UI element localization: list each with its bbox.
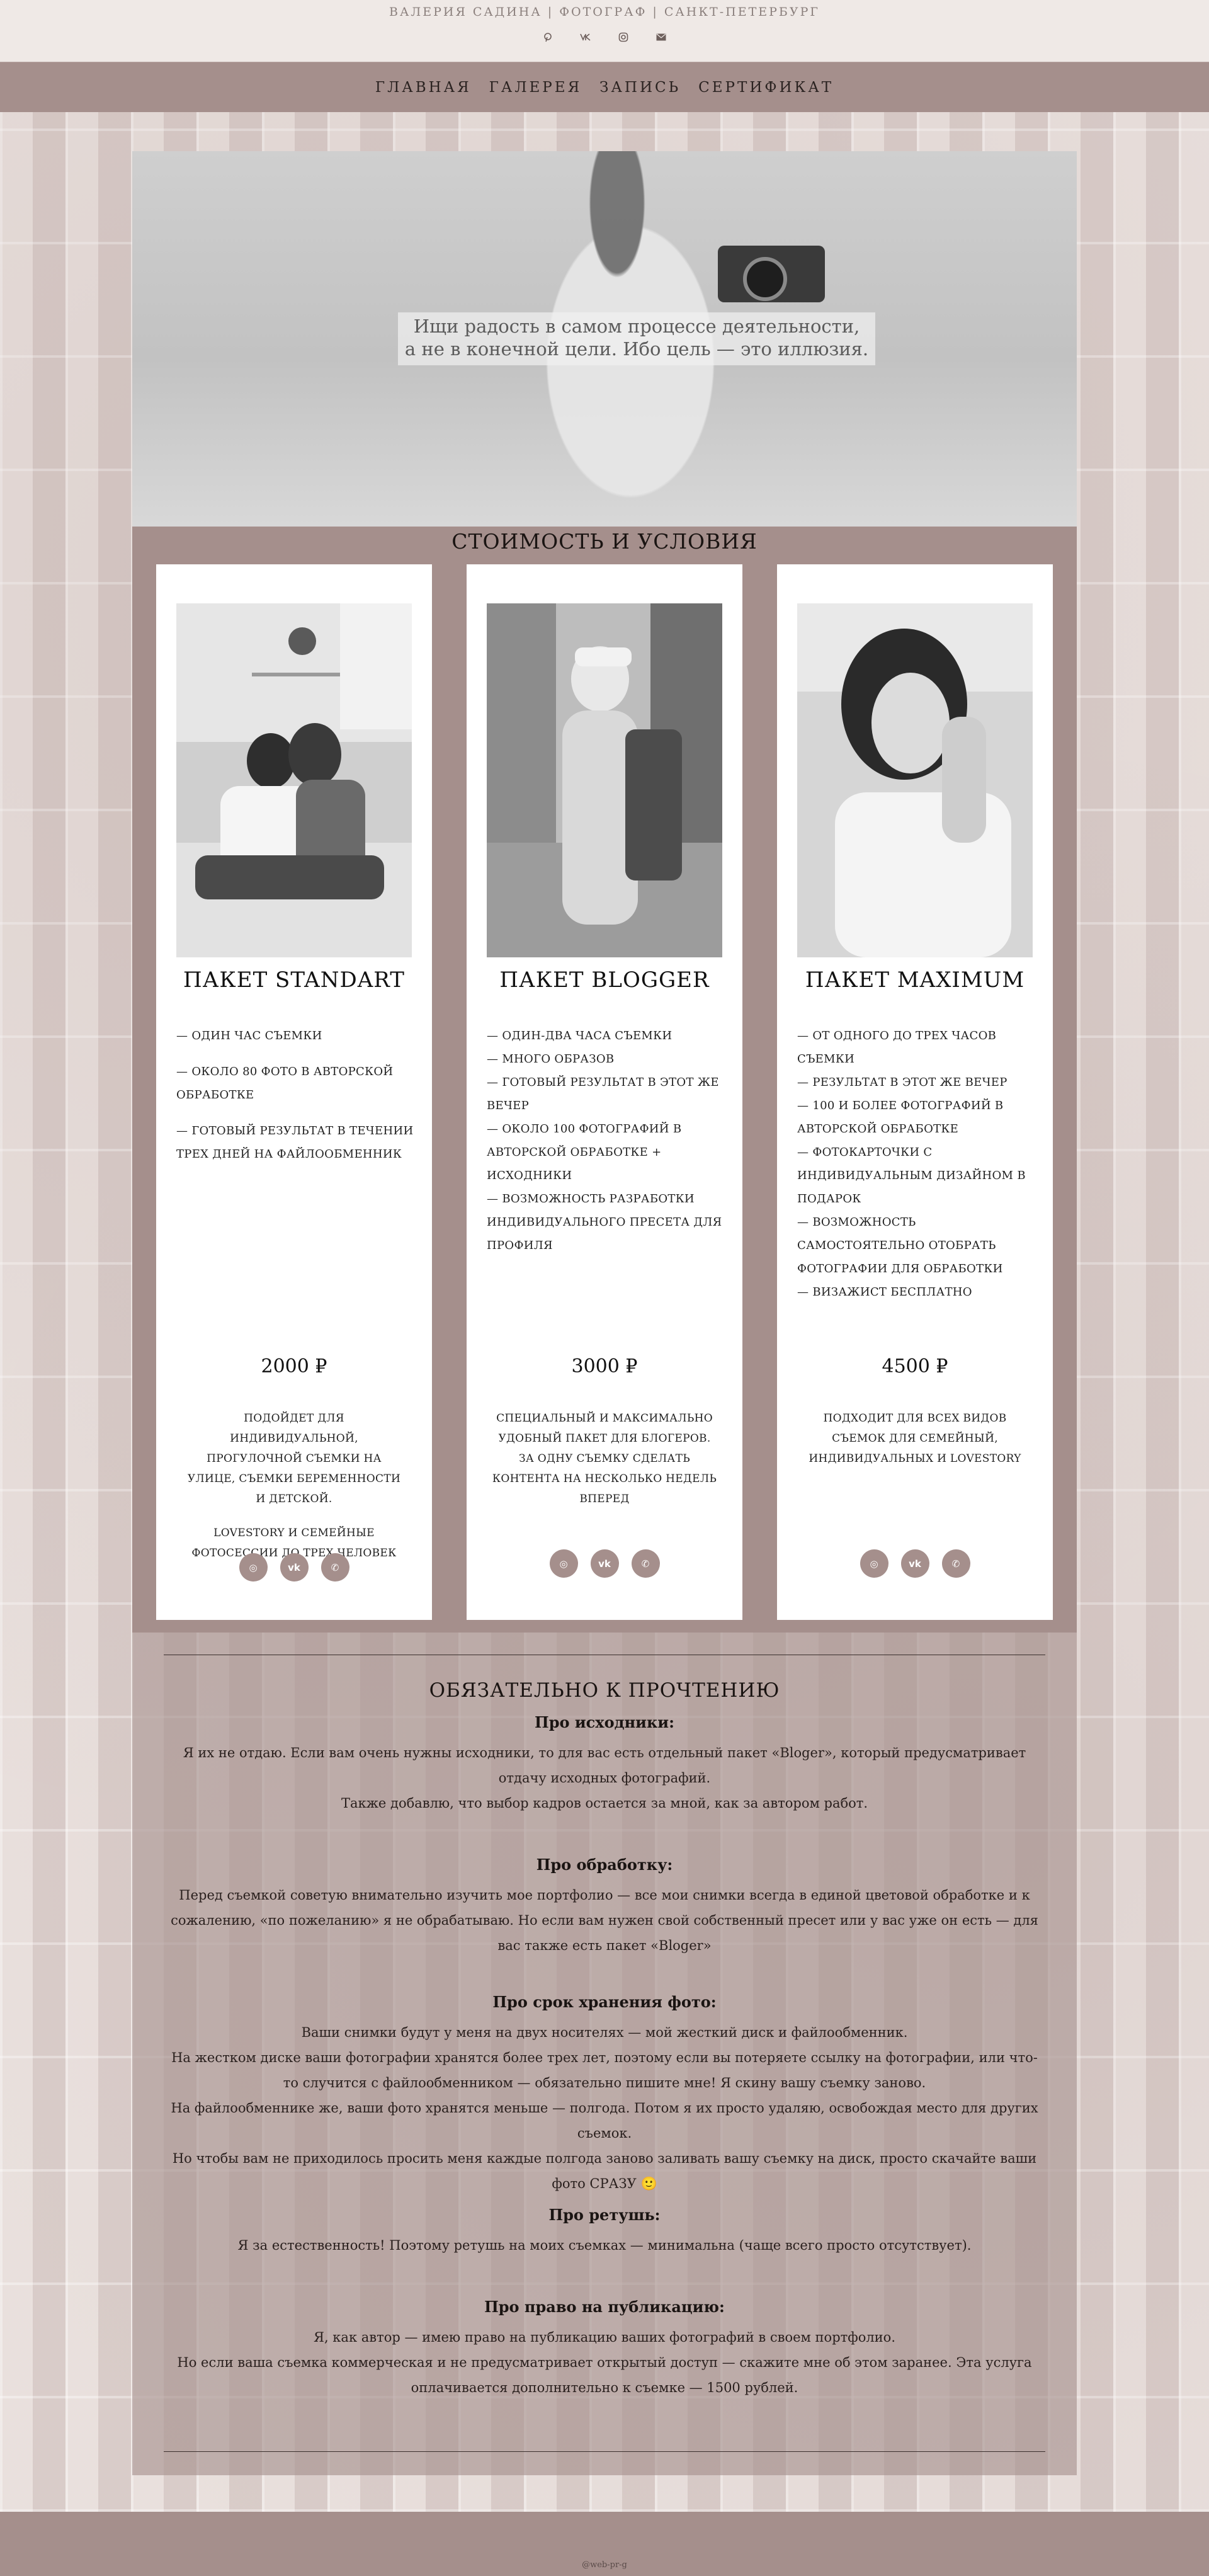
info-block-processing: Про обработку: Перед съемкой советую вни… (164, 1855, 1045, 1958)
divider (164, 2451, 1045, 2452)
card-features: — ОДИН-ДВА ЧАСА СЪЕМКИ — МНОГО ОБРАЗОВ —… (487, 1024, 726, 1257)
info-block-publication: Про право на публикацию: Я, как автор — … (164, 2298, 1045, 2400)
header-social-links (0, 30, 1209, 44)
main-nav: ГЛАВНАЯ ГАЛЕРЕЯ ЗАПИСЬ СЕРТИФИКАТ (0, 62, 1209, 112)
instagram-icon[interactable]: ◎ (549, 1549, 578, 1578)
info-heading: Про срок хранения фото: (492, 1993, 717, 2011)
nav-item-certificate[interactable]: СЕРТИФИКАТ (698, 79, 834, 96)
info-heading: Про обработку: (536, 1855, 673, 1874)
hero-quote-line1: Ищи радость в самом процессе деятельност… (413, 316, 860, 337)
card-desc-1: СПЕЦИАЛЬНЫЙ И МАКСИМАЛЬНО УДОБНЫЙ ПАКЕТ … (492, 1412, 717, 1505)
card-features: — ОТ ОДНОГО ДО ТРЕХ ЧАСОВ СЪЕМКИ — РЕЗУЛ… (797, 1024, 1036, 1304)
feature-item: — ОТ ОДНОГО ДО ТРЕХ ЧАСОВ СЪЕМКИ (797, 1029, 997, 1066)
card-desc-1: ПОДОЙДЕТ ДЛЯ ИНДИВИДУАЛЬНОЙ, ПРОГУЛОЧНОЙ… (187, 1412, 401, 1505)
whatsapp-icon[interactable]: ✆ (631, 1549, 660, 1578)
card-title: ПАКЕТ STANDART (183, 967, 405, 993)
card-description: ПОДХОДИТ ДЛЯ ВСЕХ ВИДОВ СЪЕМОК ДЛЯ СЕМЕЙ… (802, 1408, 1028, 1469)
mail-icon[interactable] (654, 30, 668, 44)
card-social-links: ◎ vk ✆ (777, 1549, 1053, 1578)
nav-item-gallery[interactable]: ГАЛЕРЕЯ (489, 79, 582, 96)
feature-item: — ГОТОВЫЙ РЕЗУЛЬТАТ В ЭТОТ ЖЕ ВЕЧЕР (487, 1076, 719, 1112)
pricing-card-blogger: ПАКЕТ BLOGGER — ОДИН-ДВА ЧАСА СЪЕМКИ — М… (467, 564, 742, 1620)
info-text: Ваши снимки будут у меня на двух носител… (301, 2025, 908, 2040)
hero-quote-line2: а не в конечной цели. Ибо цель — это илл… (404, 338, 869, 360)
whatsapp-icon[interactable]: ✆ (941, 1549, 970, 1578)
card-features: — ОДИН ЧАС СЪЕМКИ — ОКОЛО 80 ФОТО В АВТО… (176, 1024, 416, 1178)
feature-item: — ОДИН ЧАС СЪЕМКИ (176, 1029, 322, 1042)
vk-icon[interactable]: vk (900, 1549, 929, 1578)
feature-item: — ВОЗМОЖНОСТЬ РАЗРАБОТКИ ИНДИВИДУАЛЬНОГО… (487, 1192, 722, 1252)
feature-item: — ВИЗАЖИСТ БЕСПЛАТНО (797, 1285, 972, 1299)
pricing-card-maximum: ПАКЕТ MAXIMUM — ОТ ОДНОГО ДО ТРЕХ ЧАСОВ … (777, 564, 1053, 1620)
info-text: Я, как автор — имею право на публикацию … (314, 2330, 895, 2345)
site-title: ВАЛЕРИЯ САДИНА | ФОТОГРАФ | САНКТ-ПЕТЕРБ… (389, 5, 820, 19)
card-price: 2000 ₽ (261, 1355, 327, 1377)
info-text: Но чтобы вам не приходилось просить меня… (172, 2151, 1037, 2191)
must-read-section: ОБЯЗАТЕЛЬНО К ПРОЧТЕНИЮ Про исходники: Я… (132, 1633, 1077, 2475)
footer-credit[interactable]: @web-pr-g (0, 2560, 1209, 2570)
instagram-icon[interactable] (616, 30, 630, 44)
feature-item: — МНОГО ОБРАЗОВ (487, 1052, 615, 1066)
camera-icon (718, 246, 825, 302)
info-heading: Про право на публикацию: (484, 2298, 725, 2316)
info-text: Я за естественность! Поэтому ретушь на м… (237, 2238, 972, 2253)
card-photo-couple (176, 603, 412, 957)
hero-banner: Ищи радость в самом процессе деятельност… (132, 151, 1077, 527)
info-block-sources: Про исходники: Я их не отдаю. Если вам о… (164, 1713, 1045, 1816)
feature-item: — ОКОЛО 100 ФОТОГРАФИЙ В АВТОРСКОЙ ОБРАБ… (487, 1122, 682, 1182)
info-text: Также добавлю, что выбор кадров остается… (341, 1796, 868, 1811)
nav-item-home[interactable]: ГЛАВНАЯ (375, 79, 472, 96)
site-footer: @web-pr-g (0, 2512, 1209, 2576)
hero-quote: Ищи радость в самом процессе деятельност… (398, 312, 875, 365)
info-heading: Про исходники: (535, 1713, 674, 1731)
feature-item: — ОКОЛО 80 ФОТО В АВТОРСКОЙ ОБРАБОТКЕ (176, 1065, 394, 1102)
info-block-retouch: Про ретушь: Я за естественность! Поэтому… (164, 2206, 1045, 2258)
card-photo-blogger (487, 603, 722, 957)
info-text: Но если ваша съемка коммерческая и не пр… (177, 2355, 1032, 2395)
feature-item: — ОДИН-ДВА ЧАСА СЪЕМКИ (487, 1029, 673, 1042)
info-block-storage: Про срок хранения фото: Ваши снимки буду… (164, 1993, 1045, 2196)
feature-item: — ФОТОКАРТОЧКИ С ИНДИВИДУАЛЬНЫМ ДИЗАЙНОМ… (797, 1146, 1026, 1205)
pricing-section: СТОИМОСТЬ И УСЛОВИЯ ПАКЕТ STANDART — ОДИ… (132, 527, 1077, 1633)
card-social-links: ◎ vk ✆ (467, 1549, 742, 1578)
feature-item: — 100 И БОЛЕЕ ФОТОГРАФИЙ В АВТОРСКОЙ ОБР… (797, 1099, 1004, 1136)
card-price: 3000 ₽ (571, 1355, 638, 1377)
card-description: СПЕЦИАЛЬНЫЙ И МАКСИМАЛЬНО УДОБНЫЙ ПАКЕТ … (492, 1408, 717, 1509)
vk-icon[interactable]: vk (590, 1549, 619, 1578)
card-title: ПАКЕТ BLOGGER (499, 967, 710, 993)
site-header: ВАЛЕРИЯ САДИНА | ФОТОГРАФ | САНКТ-ПЕТЕРБ… (0, 0, 1209, 62)
pricing-title: СТОИМОСТЬ И УСЛОВИЯ (451, 529, 758, 554)
card-photo-portrait (797, 603, 1033, 957)
card-title: ПАКЕТ MAXIMUM (805, 967, 1025, 993)
pricing-card-standart: ПАКЕТ STANDART — ОДИН ЧАС СЪЕМКИ — ОКОЛО… (156, 564, 432, 1620)
nav-item-booking[interactable]: ЗАПИСЬ (599, 79, 681, 96)
pinterest-icon[interactable] (541, 30, 555, 44)
card-description: ПОДОЙДЕТ ДЛЯ ИНДИВИДУАЛЬНОЙ, ПРОГУЛОЧНОЙ… (181, 1408, 407, 1563)
info-heading: Про ретушь: (548, 2206, 661, 2224)
feature-item: — РЕЗУЛЬТАТ В ЭТОТ ЖЕ ВЕЧЕР (797, 1076, 1007, 1089)
card-price: 4500 ₽ (882, 1355, 948, 1377)
instagram-icon[interactable]: ◎ (860, 1549, 888, 1578)
feature-item: — ВОЗМОЖНОСТЬ САМОСТОЯТЕЛЬНО ОТОБРАТЬ ФО… (797, 1216, 1003, 1275)
info-text: На файлообменнике же, ваши фото хранятся… (171, 2100, 1038, 2141)
feature-item: — ГОТОВЫЙ РЕЗУЛЬТАТ В ТЕЧЕНИИ ТРЕХ ДНЕЙ … (176, 1124, 414, 1161)
info-text: Я их не отдаю. Если вам очень нужны исхо… (183, 1745, 1026, 1786)
must-read-title: ОБЯЗАТЕЛЬНО К ПРОЧТЕНИЮ (429, 1679, 780, 1702)
info-text: На жестком диске ваши фотографии хранятс… (171, 2050, 1038, 2090)
card-desc-1: ПОДХОДИТ ДЛЯ ВСЕХ ВИДОВ СЪЕМОК ДЛЯ СЕМЕЙ… (809, 1412, 1021, 1465)
info-text: Перед съемкой советую внимательно изучит… (171, 1888, 1038, 1953)
vk-icon[interactable]: vk (280, 1553, 309, 1582)
card-social-links: ◎ vk ✆ (156, 1553, 432, 1582)
vk-icon[interactable] (579, 30, 593, 44)
whatsapp-icon[interactable]: ✆ (321, 1553, 349, 1582)
instagram-icon[interactable]: ◎ (239, 1553, 268, 1582)
